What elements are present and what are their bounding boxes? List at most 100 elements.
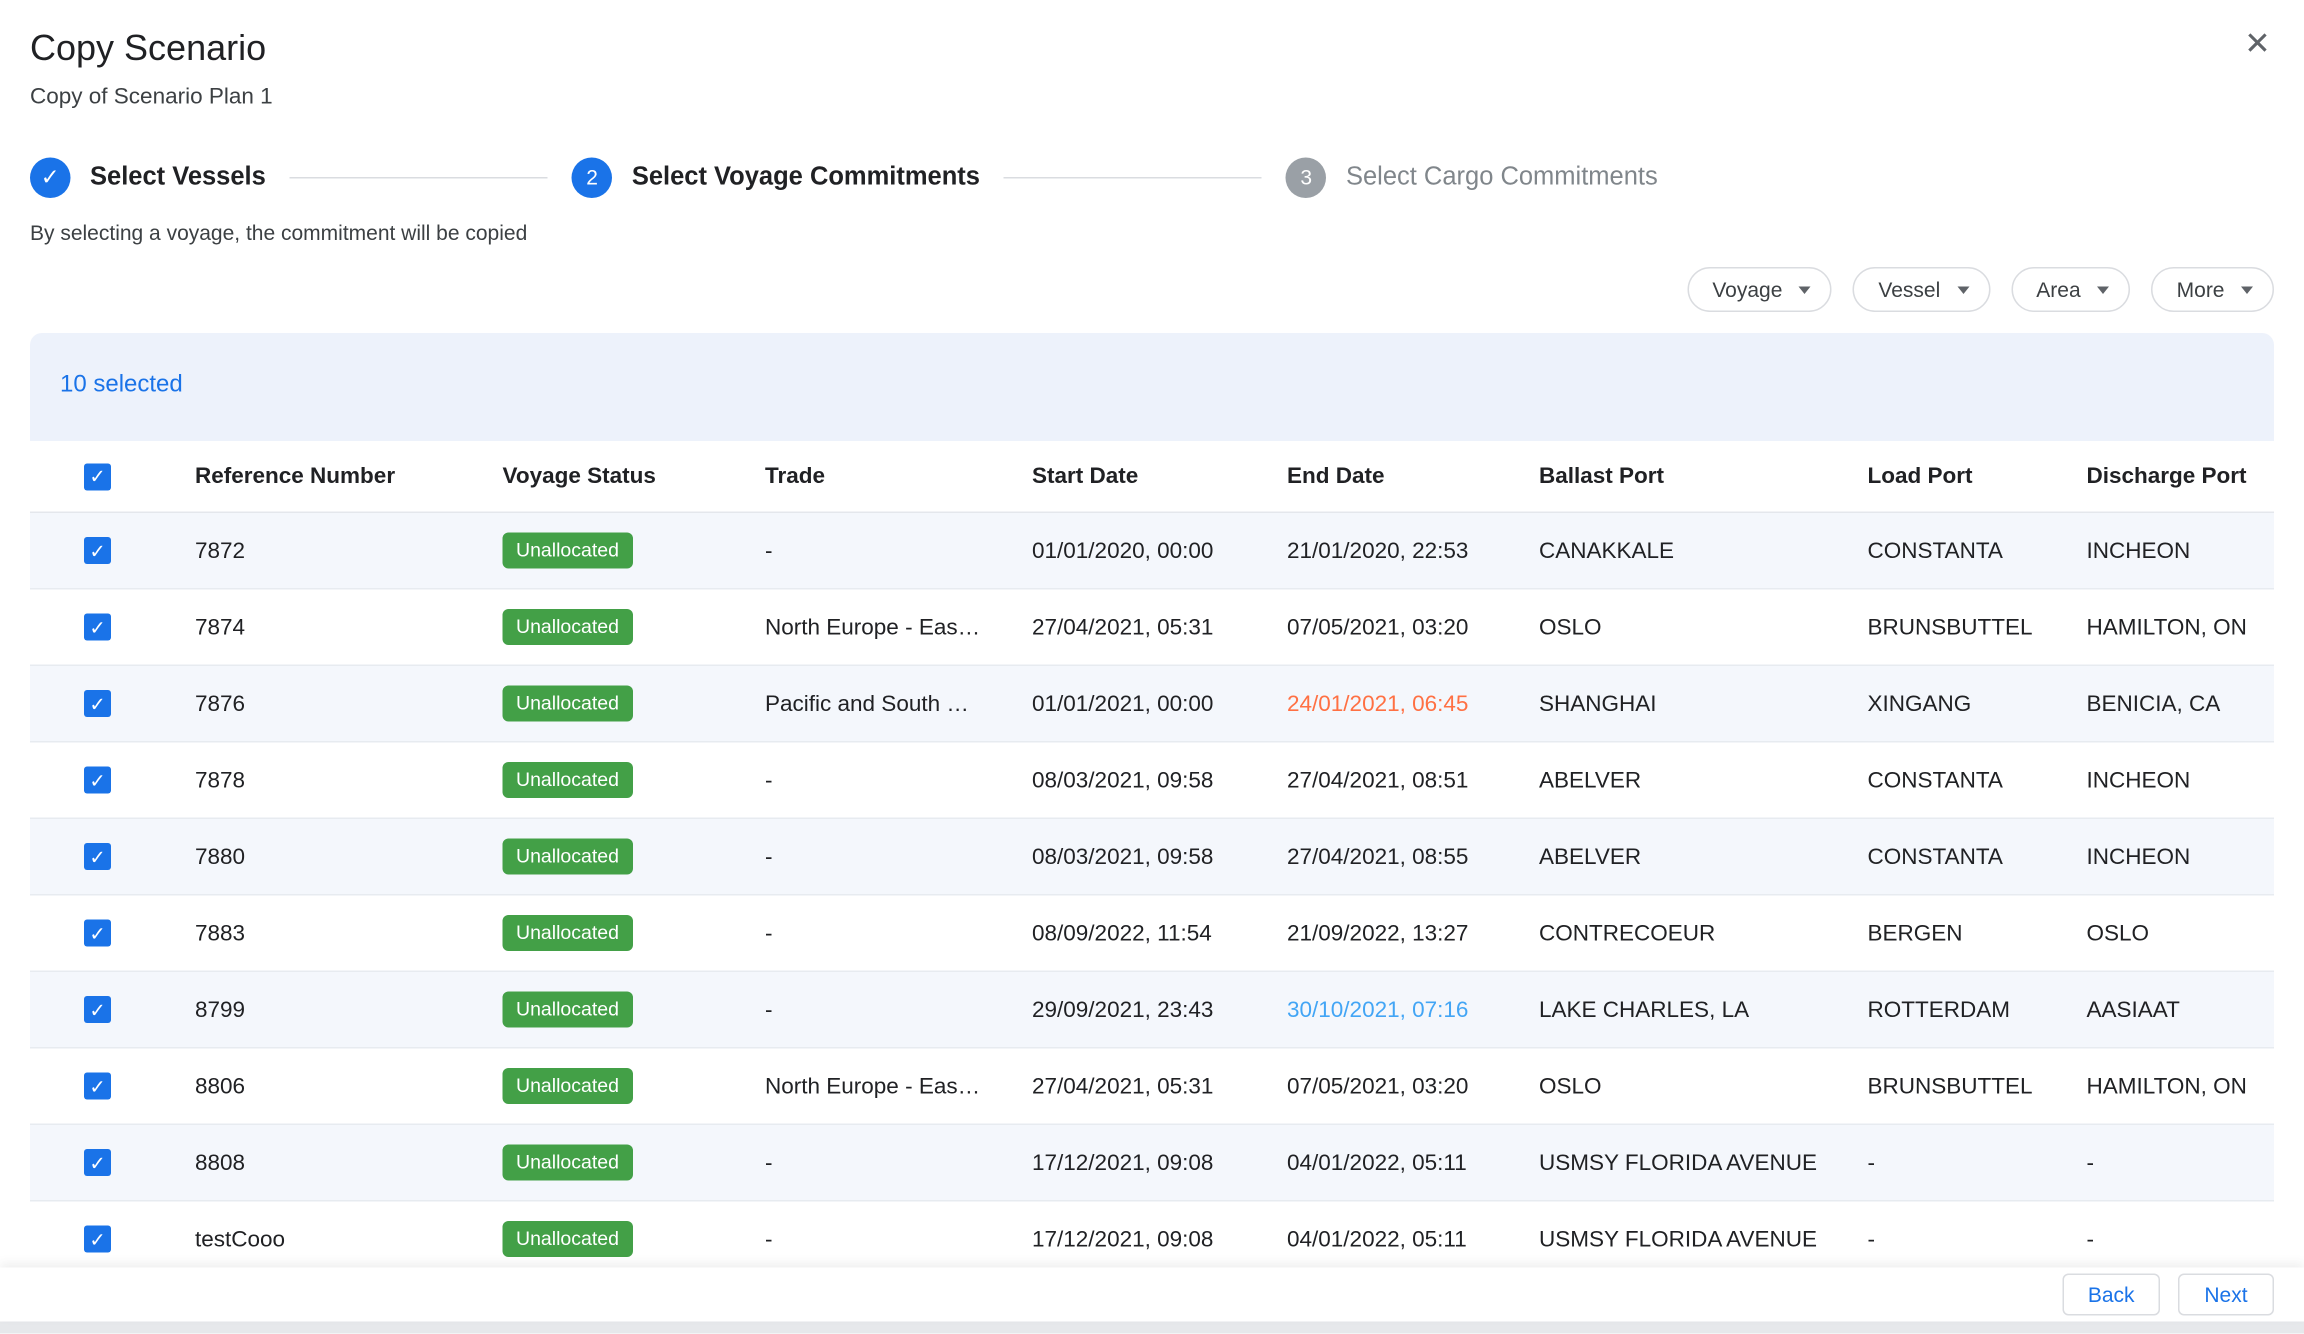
column-header-end-date: End Date <box>1257 464 1509 490</box>
cell-ballast-port: ABELVER <box>1509 767 1838 793</box>
row-checkbox[interactable]: ✓ <box>84 690 111 717</box>
check-icon: ✓ <box>89 1153 105 1173</box>
row-checkbox[interactable]: ✓ <box>84 920 111 947</box>
step-label: Select Vessels <box>90 162 266 192</box>
check-icon: ✓ <box>89 467 105 487</box>
selected-count: 10 selected <box>30 333 2274 441</box>
table-row: ✓ 7878 Unallocated - 08/03/2021, 09:58 2… <box>30 743 2274 820</box>
table-row: ✓ testCooo Unallocated - 17/12/2021, 09:… <box>30 1202 2274 1268</box>
cell-trade: North Europe - Eas… <box>735 1073 1002 1099</box>
row-checkbox[interactable]: ✓ <box>84 537 111 564</box>
filter-more[interactable]: More <box>2151 267 2274 312</box>
table-header-row: ✓ Reference Number Voyage Status Trade S… <box>30 441 2274 513</box>
voyage-table-panel: 10 selected ✓ Reference Number Voyage St… <box>30 333 2274 1268</box>
step-number-icon: 2 <box>572 157 613 198</box>
table-row: ✓ 8808 Unallocated - 17/12/2021, 09:08 0… <box>30 1125 2274 1202</box>
dialog-header: Copy Scenario Copy of Scenario Plan 1 ✕ <box>0 0 2304 111</box>
chevron-down-icon <box>1799 286 1811 294</box>
check-icon: ✓ <box>89 1000 105 1020</box>
table-body: ✓ 7872 Unallocated - 01/01/2020, 00:00 2… <box>30 513 2274 1268</box>
cell-reference-number: 8806 <box>165 1073 473 1099</box>
status-badge: Unallocated <box>503 609 633 645</box>
status-badge: Unallocated <box>503 762 633 798</box>
check-icon: ✓ <box>89 923 105 943</box>
cell-trade: - <box>735 767 1002 793</box>
cell-reference-number: 7883 <box>165 920 473 946</box>
row-checkbox[interactable]: ✓ <box>84 996 111 1023</box>
step-label: Select Cargo Commitments <box>1346 162 1658 192</box>
cell-load-port: CONSTANTA <box>1838 538 2057 564</box>
table-row: ✓ 7876 Unallocated Pacific and South … 0… <box>30 666 2274 743</box>
cell-discharge-port: BENICIA, CA <box>2057 691 2275 717</box>
check-icon: ✓ <box>89 617 105 637</box>
row-checkbox[interactable]: ✓ <box>84 767 111 794</box>
next-button[interactable]: Next <box>2178 1274 2274 1316</box>
column-header-load-port: Load Port <box>1838 464 2057 490</box>
cell-reference-number: 7874 <box>165 614 473 640</box>
check-icon: ✓ <box>89 541 105 561</box>
row-checkbox[interactable]: ✓ <box>84 1226 111 1253</box>
table-row: ✓ 7883 Unallocated - 08/09/2022, 11:54 2… <box>30 896 2274 973</box>
filter-label: Area <box>2036 278 2080 302</box>
status-badge: Unallocated <box>503 533 633 569</box>
page-title: Copy Scenario <box>30 27 2274 72</box>
select-all-checkbox[interactable]: ✓ <box>84 463 111 490</box>
step-connector <box>290 176 548 178</box>
filter-area[interactable]: Area <box>2011 267 2130 312</box>
step-select-cargo-commitments[interactable]: 3 Select Cargo Commitments <box>1286 157 1658 198</box>
cell-end-date: 21/09/2022, 13:27 <box>1257 920 1509 946</box>
back-button[interactable]: Back <box>2062 1274 2160 1316</box>
cell-reference-number: 7872 <box>165 538 473 564</box>
row-checkbox[interactable]: ✓ <box>84 614 111 641</box>
chevron-down-icon <box>1957 286 1969 294</box>
table-row: ✓ 8799 Unallocated - 29/09/2021, 23:43 3… <box>30 972 2274 1049</box>
cell-discharge-port: - <box>2057 1150 2275 1176</box>
cell-load-port: ROTTERDAM <box>1838 997 2057 1023</box>
cell-end-date: 27/04/2021, 08:51 <box>1257 767 1509 793</box>
row-checkbox[interactable]: ✓ <box>84 843 111 870</box>
copy-scenario-dialog: Copy Scenario Copy of Scenario Plan 1 ✕ … <box>0 0 2304 1334</box>
status-badge: Unallocated <box>503 992 633 1028</box>
step-select-vessels[interactable]: ✓ Select Vessels <box>30 157 266 198</box>
status-badge: Unallocated <box>503 915 633 951</box>
cell-load-port: BERGEN <box>1838 920 2057 946</box>
cell-load-port: BRUNSBUTTEL <box>1838 614 2057 640</box>
cell-discharge-port: - <box>2057 1226 2275 1252</box>
filter-vessel[interactable]: Vessel <box>1853 267 1990 312</box>
cell-load-port: - <box>1838 1150 2057 1176</box>
cell-ballast-port: CONTRECOEUR <box>1509 920 1838 946</box>
cell-discharge-port: INCHEON <box>2057 767 2275 793</box>
cell-start-date: 17/12/2021, 09:08 <box>1002 1150 1257 1176</box>
cell-end-date: 04/01/2022, 05:11 <box>1257 1150 1509 1176</box>
cell-reference-number: 8799 <box>165 997 473 1023</box>
close-button[interactable]: ✕ <box>2235 21 2280 66</box>
cell-start-date: 08/03/2021, 09:58 <box>1002 844 1257 870</box>
step-completed-icon: ✓ <box>30 157 71 198</box>
check-icon: ✓ <box>89 1229 105 1249</box>
step-number-icon: 3 <box>1286 157 1327 198</box>
cell-start-date: 08/09/2022, 11:54 <box>1002 920 1257 946</box>
step-select-voyage-commitments[interactable]: 2 Select Voyage Commitments <box>572 157 980 198</box>
cell-end-date: 07/05/2021, 03:20 <box>1257 614 1509 640</box>
cell-discharge-port: INCHEON <box>2057 844 2275 870</box>
filter-voyage[interactable]: Voyage <box>1687 267 1832 312</box>
cell-trade: - <box>735 1226 1002 1252</box>
cell-trade: - <box>735 538 1002 564</box>
row-checkbox[interactable]: ✓ <box>84 1073 111 1100</box>
filter-label: More <box>2177 278 2225 302</box>
row-checkbox[interactable]: ✓ <box>84 1149 111 1176</box>
cell-load-port: - <box>1838 1226 2057 1252</box>
filter-bar: Voyage Vessel Area More <box>30 267 2274 312</box>
status-badge: Unallocated <box>503 1221 633 1257</box>
chevron-down-icon <box>2241 286 2253 294</box>
column-header-discharge-port: Discharge Port <box>2057 464 2275 490</box>
cell-start-date: 01/01/2020, 00:00 <box>1002 538 1257 564</box>
cell-trade: - <box>735 844 1002 870</box>
table-row: ✓ 7872 Unallocated - 01/01/2020, 00:00 2… <box>30 513 2274 590</box>
cell-ballast-port: OSLO <box>1509 1073 1838 1099</box>
cell-start-date: 17/12/2021, 09:08 <box>1002 1226 1257 1252</box>
cell-load-port: CONSTANTA <box>1838 767 2057 793</box>
table-row: ✓ 7880 Unallocated - 08/03/2021, 09:58 2… <box>30 819 2274 896</box>
status-badge: Unallocated <box>503 1068 633 1104</box>
chevron-down-icon <box>2097 286 2109 294</box>
